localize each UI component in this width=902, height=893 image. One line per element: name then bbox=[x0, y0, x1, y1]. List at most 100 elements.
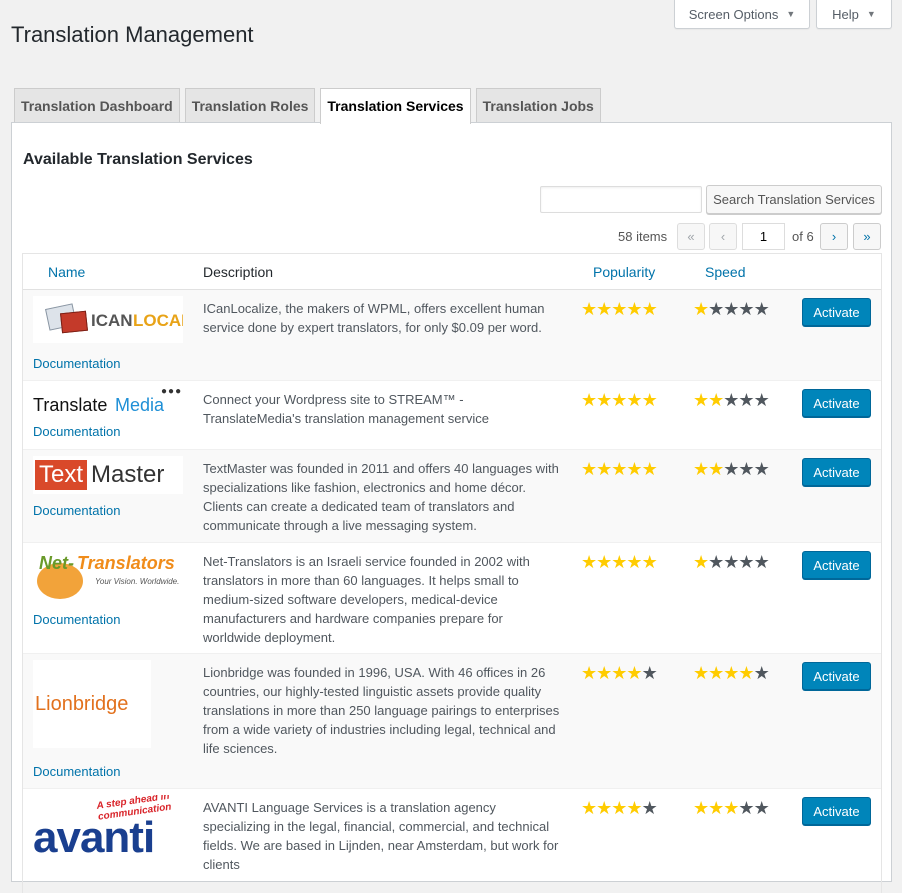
avanti-logo: A step ahead in communication avanti bbox=[33, 795, 183, 875]
star-filled-icon: ★ bbox=[693, 299, 709, 319]
documentation-link[interactable]: Documentation bbox=[33, 424, 120, 439]
activate-button[interactable]: Activate bbox=[802, 298, 871, 326]
star-filled-icon: ★ bbox=[626, 663, 642, 683]
service-description: ICanLocalize, the makers of WPML, offers… bbox=[203, 301, 545, 335]
documentation-link[interactable]: Documentation bbox=[33, 612, 120, 627]
star-filled-icon: ★ bbox=[626, 552, 642, 572]
caret-down-icon: ▼ bbox=[786, 9, 796, 19]
star-filled-icon: ★ bbox=[693, 552, 709, 572]
current-page-input[interactable] bbox=[742, 223, 785, 250]
activate-button[interactable]: Activate bbox=[802, 797, 871, 825]
star-filled-icon: ★ bbox=[693, 798, 709, 818]
star-filled-icon: ★ bbox=[611, 390, 627, 410]
logo-text-a: Net- bbox=[39, 553, 74, 573]
star-filled-icon: ★ bbox=[693, 663, 709, 683]
star-empty-icon: ★ bbox=[738, 798, 754, 818]
activate-button[interactable]: Activate bbox=[802, 662, 871, 690]
documentation-link[interactable]: Documentation bbox=[33, 503, 120, 518]
tab-translation-services[interactable]: Translation Services bbox=[320, 88, 471, 124]
documentation-link[interactable]: Documentation bbox=[33, 764, 120, 779]
star-filled-icon: ★ bbox=[596, 299, 612, 319]
popularity-rating: ★★★★★ bbox=[581, 459, 658, 479]
logo-text-b: Media bbox=[115, 395, 165, 415]
next-page-button[interactable]: › bbox=[820, 223, 848, 250]
star-filled-icon: ★ bbox=[708, 663, 724, 683]
logo-text-a: Translate bbox=[33, 395, 108, 415]
table-row: ICAN LOCALIZE Documentation ICanLocalize… bbox=[23, 290, 881, 381]
star-empty-icon: ★ bbox=[723, 390, 739, 410]
column-speed[interactable]: Speed bbox=[705, 264, 745, 280]
service-description: Net-Translators is an Israeli service fo… bbox=[203, 554, 530, 645]
logo-text-a: Text bbox=[35, 460, 88, 490]
caret-down-icon: ▼ bbox=[866, 9, 876, 19]
search-input[interactable] bbox=[540, 186, 702, 213]
star-empty-icon: ★ bbox=[738, 299, 754, 319]
star-filled-icon: ★ bbox=[581, 798, 597, 818]
popularity-rating: ★★★★★ bbox=[581, 390, 658, 410]
star-filled-icon: ★ bbox=[581, 299, 597, 319]
star-filled-icon: ★ bbox=[738, 663, 754, 683]
star-empty-icon: ★ bbox=[753, 663, 770, 683]
star-filled-icon: ★ bbox=[611, 552, 627, 572]
icanlocalize-logo: ICAN LOCALIZE bbox=[33, 296, 183, 343]
star-empty-icon: ★ bbox=[753, 552, 770, 572]
star-filled-icon: ★ bbox=[611, 299, 627, 319]
pagination: 58 items « ‹ of 6 › » bbox=[12, 222, 891, 252]
star-filled-icon: ★ bbox=[581, 459, 597, 479]
star-filled-icon: ★ bbox=[641, 299, 658, 319]
speed-rating: ★★★★★ bbox=[693, 552, 770, 572]
table-row: Lionbridge Documentation Lionbridge was … bbox=[23, 654, 881, 789]
column-name[interactable]: Name bbox=[48, 264, 85, 280]
documentation-link[interactable]: Documentation bbox=[33, 356, 120, 371]
screen-options-button[interactable]: Screen Options ▼ bbox=[674, 0, 810, 29]
total-pages: of 6 bbox=[792, 229, 814, 244]
tab-bar: Translation Dashboard Translation Roles … bbox=[14, 88, 601, 124]
speed-rating: ★★★★★ bbox=[693, 390, 770, 410]
speed-rating: ★★★★★ bbox=[693, 299, 770, 319]
page-title: Translation Management bbox=[11, 22, 254, 47]
star-filled-icon: ★ bbox=[611, 459, 627, 479]
table-row: A step ahead in communication avanti AVA… bbox=[23, 789, 881, 893]
activate-button[interactable]: Activate bbox=[802, 458, 871, 486]
star-empty-icon: ★ bbox=[753, 299, 770, 319]
popularity-rating: ★★★★★ bbox=[581, 299, 658, 319]
popularity-rating: ★★★★★ bbox=[581, 663, 658, 683]
star-empty-icon: ★ bbox=[641, 798, 658, 818]
lionbridge-logo: Lionbridge bbox=[33, 660, 151, 748]
search-services-button[interactable]: Search Translation Services bbox=[706, 185, 882, 214]
star-empty-icon: ★ bbox=[723, 552, 739, 572]
speed-rating: ★★★★★ bbox=[693, 798, 770, 818]
tab-translation-roles[interactable]: Translation Roles bbox=[184, 88, 316, 123]
star-filled-icon: ★ bbox=[626, 299, 642, 319]
service-description: Connect your Wordpress site to STREAM™ -… bbox=[203, 392, 489, 426]
service-description: AVANTI Language Services is a translatio… bbox=[203, 800, 559, 872]
section-title: Available Translation Services bbox=[23, 151, 253, 168]
tab-translation-jobs[interactable]: Translation Jobs bbox=[475, 88, 601, 123]
star-filled-icon: ★ bbox=[708, 459, 724, 479]
table-header: Name Description Popularity Speed bbox=[23, 254, 881, 290]
column-description: Description bbox=[203, 264, 274, 280]
star-filled-icon: ★ bbox=[596, 390, 612, 410]
star-empty-icon: ★ bbox=[753, 390, 770, 410]
help-button[interactable]: Help ▼ bbox=[816, 0, 892, 29]
logo-tagline: Your Vision. Worldwide. bbox=[95, 577, 180, 586]
prev-page-button[interactable]: ‹ bbox=[709, 223, 737, 250]
tab-translation-dashboard[interactable]: Translation Dashboard bbox=[14, 88, 180, 123]
activate-button[interactable]: Activate bbox=[802, 551, 871, 579]
items-count: 58 items bbox=[618, 229, 668, 244]
activate-button[interactable]: Activate bbox=[802, 389, 871, 417]
net-translators-logo: Net- Translators Your Vision. Worldwide. bbox=[33, 549, 185, 599]
textmaster-logo: Text Master bbox=[33, 456, 183, 494]
star-filled-icon: ★ bbox=[581, 390, 597, 410]
star-filled-icon: ★ bbox=[641, 459, 658, 479]
star-filled-icon: ★ bbox=[596, 798, 612, 818]
last-page-button[interactable]: » bbox=[853, 223, 881, 250]
logo-text-b: Master bbox=[91, 461, 165, 488]
star-empty-icon: ★ bbox=[753, 798, 770, 818]
service-description: TextMaster was founded in 2011 and offer… bbox=[203, 461, 559, 533]
column-popularity[interactable]: Popularity bbox=[593, 264, 655, 280]
speed-rating: ★★★★★ bbox=[693, 663, 770, 683]
star-filled-icon: ★ bbox=[611, 663, 627, 683]
speed-rating: ★★★★★ bbox=[693, 459, 770, 479]
first-page-button[interactable]: « bbox=[677, 223, 705, 250]
